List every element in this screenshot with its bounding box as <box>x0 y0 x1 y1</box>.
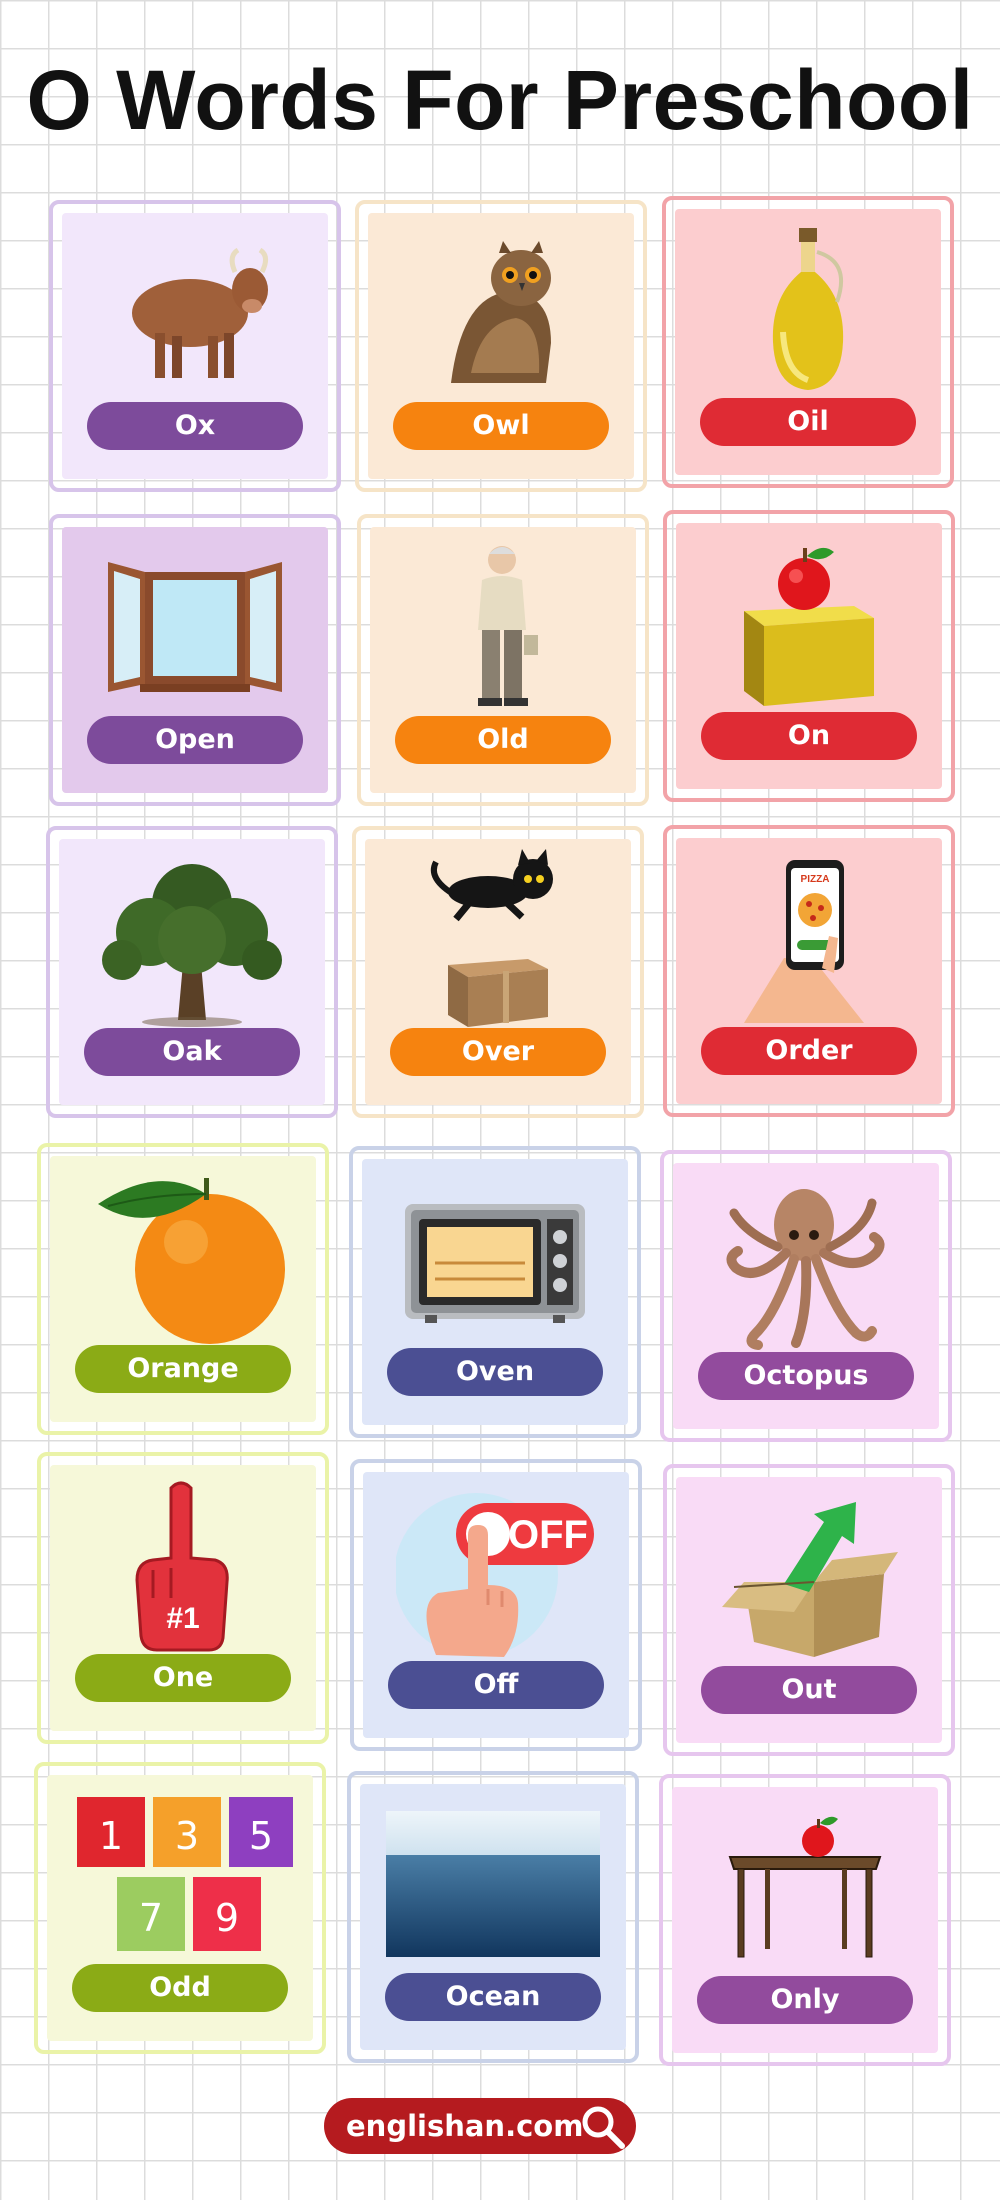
word-label-only: Only <box>697 1976 913 2024</box>
word-label-oak: Oak <box>84 1028 300 1076</box>
odd-numbers-icon: 1 3 5 7 9 <box>47 1775 313 1975</box>
site-url[interactable]: englishan.com <box>346 2109 583 2143</box>
search-icon <box>582 2106 625 2149</box>
page-title: O Words For Preschool <box>26 53 974 147</box>
word-label-ocean: Ocean <box>385 1973 601 2021</box>
word-card-open: Open <box>49 514 341 806</box>
table-apple-icon <box>672 1787 938 1987</box>
number-one-text: #1 <box>166 1602 199 1635</box>
word-card-oven: Oven <box>349 1146 641 1438</box>
word-label-old: Old <box>395 716 611 764</box>
word-label-oven: Oven <box>387 1348 603 1396</box>
off-button-icon: OFF <box>363 1472 629 1672</box>
word-card-order: PIZZA Order <box>663 825 955 1117</box>
open-window-icon <box>62 527 328 727</box>
word-card-over: Over <box>352 826 644 1118</box>
word-label-odd: Odd <box>72 1964 288 2012</box>
word-card-octopus: Octopus <box>660 1150 952 1442</box>
pizza-text: PIZZA <box>801 874 830 885</box>
oil-bottle-icon <box>675 209 941 409</box>
odd-number-5: 5 <box>249 1814 273 1858</box>
word-label-off: Off <box>388 1661 604 1709</box>
octopus-icon <box>673 1163 939 1363</box>
odd-number-3: 3 <box>175 1814 199 1858</box>
word-label-over: Over <box>390 1028 606 1076</box>
apple-on-box-icon <box>676 523 942 723</box>
cat-over-box-icon <box>365 839 631 1039</box>
out-of-box-icon <box>676 1477 942 1677</box>
word-card-oak: Oak <box>46 826 338 1118</box>
off-text: OFF <box>508 1513 588 1557</box>
word-card-odd: 1 3 5 7 9 Odd <box>34 1762 326 2054</box>
phone-order-icon: PIZZA <box>676 838 942 1038</box>
foam-finger-icon: #1 <box>50 1465 316 1665</box>
oak-tree-icon <box>59 839 325 1039</box>
word-label-owl: Owl <box>393 402 609 450</box>
odd-number-7: 7 <box>139 1896 163 1940</box>
word-card-ocean: Ocean <box>347 1771 639 2063</box>
word-label-order: Order <box>701 1027 917 1075</box>
word-label-ox: Ox <box>87 402 303 450</box>
word-label-octopus: Octopus <box>698 1352 914 1400</box>
old-man-icon <box>370 527 636 727</box>
word-label-one: One <box>75 1654 291 1702</box>
word-card-oil: Oil <box>662 196 954 488</box>
owl-icon <box>368 213 634 413</box>
word-card-on: On <box>663 510 955 802</box>
ox-icon <box>62 213 328 413</box>
word-card-owl: Owl <box>355 200 647 492</box>
word-card-out: Out <box>663 1464 955 1756</box>
site-badge[interactable]: englishan.com <box>324 2098 636 2154</box>
odd-number-1: 1 <box>99 1814 123 1858</box>
word-card-orange: Orange <box>37 1143 329 1435</box>
ocean-icon <box>360 1784 626 1984</box>
word-card-one: #1 One <box>37 1452 329 1744</box>
word-label-oil: Oil <box>700 398 916 446</box>
word-card-ox: Ox <box>49 200 341 492</box>
word-card-off: OFF Off <box>350 1459 642 1751</box>
orange-icon <box>50 1156 316 1356</box>
odd-number-9: 9 <box>215 1896 239 1940</box>
word-card-old: Old <box>357 514 649 806</box>
oven-icon <box>362 1159 628 1359</box>
word-label-on: On <box>701 712 917 760</box>
word-label-out: Out <box>701 1666 917 1714</box>
word-label-open: Open <box>87 716 303 764</box>
word-label-orange: Orange <box>75 1345 291 1393</box>
word-card-only: Only <box>659 1774 951 2066</box>
